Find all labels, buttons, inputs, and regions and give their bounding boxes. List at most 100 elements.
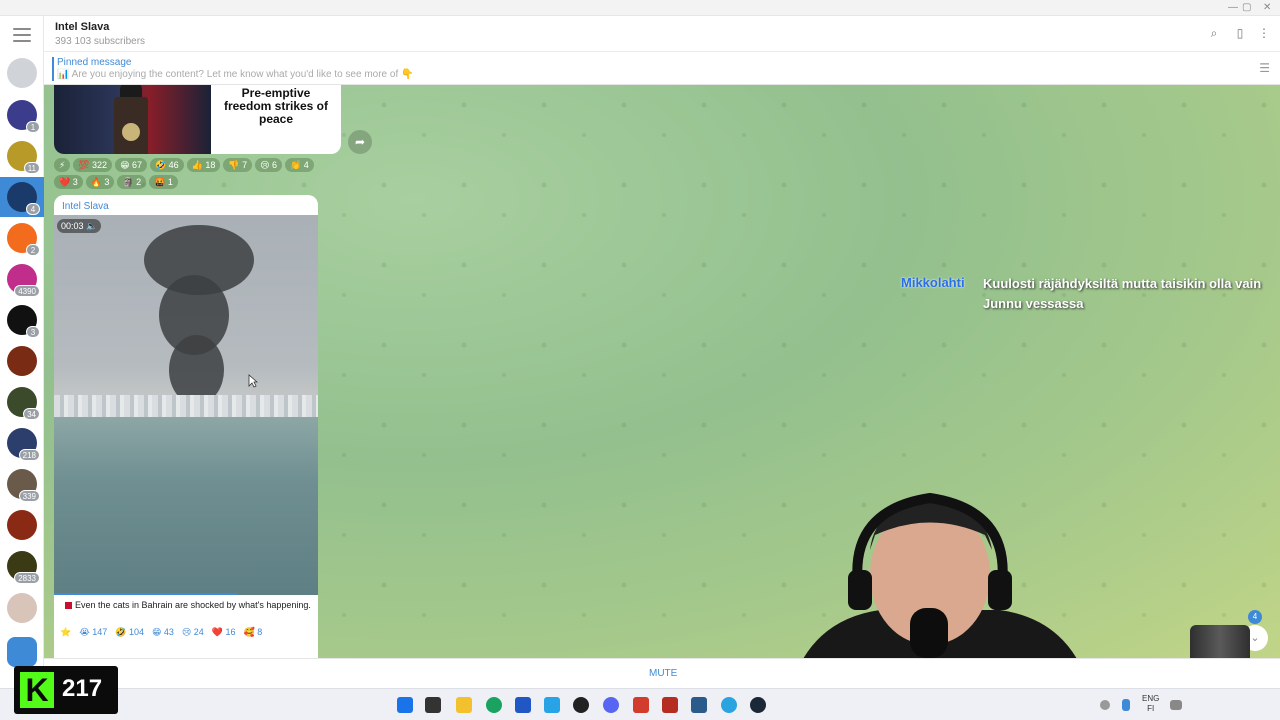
close-icon[interactable]: ✕: [1263, 2, 1271, 13]
discord-icon[interactable]: [603, 697, 619, 713]
viewer-count: 217: [62, 675, 103, 702]
chat-avatar[interactable]: [7, 346, 37, 376]
pinned-indicator: [52, 57, 54, 81]
chat-avatar[interactable]: 4390: [7, 264, 40, 297]
subscriber-count: 393 103 subscribers: [55, 36, 146, 47]
video-player[interactable]: 00:03 🔈: [54, 215, 318, 595]
chat-avatar[interactable]: 339: [7, 469, 40, 502]
reaction-chip[interactable]: 😢 6: [255, 158, 283, 172]
reaction-chip[interactable]: 👎 7: [223, 158, 253, 172]
unread-badge: 2833: [14, 572, 40, 584]
filezilla-icon[interactable]: [662, 697, 678, 713]
app-icon[interactable]: [691, 697, 707, 713]
chat-avatar[interactable]: 11: [7, 141, 40, 174]
chat-header: Intel Slava 393 103 subscribers ⌕ ▯ ⋮: [44, 16, 1280, 52]
reaction-chip[interactable]: 😁 67: [115, 158, 147, 172]
reaction-chip[interactable]: 💯 322: [73, 158, 113, 172]
chat-avatar[interactable]: [7, 593, 37, 623]
message1-reactions: ⚡ 💯 322 😁 67 🤣 46 👍 18 👎 7 😢 6 👏 4 ❤️ 3 …: [54, 158, 344, 189]
chat-avatar[interactable]: 2833: [7, 551, 40, 584]
chat-avatar[interactable]: 2: [7, 223, 40, 256]
pinned-list-icon[interactable]: ☰: [1259, 61, 1270, 75]
chat-avatar[interactable]: 1: [7, 100, 40, 133]
unread-badge: 3: [26, 326, 40, 338]
more-options-icon[interactable]: ⋮: [1256, 26, 1272, 42]
city-skyline: [54, 395, 318, 417]
viewer-counter: K 217: [14, 666, 118, 714]
edge-icon[interactable]: [486, 697, 502, 713]
pinned-title: Pinned message: [57, 57, 132, 68]
unread-badge: 218: [18, 449, 40, 461]
language-indicator[interactable]: ENG FI: [1142, 694, 1159, 714]
image-caption: Pre-emptive freedom strikes of peace: [223, 86, 329, 126]
chat-list-rail: 1 11 4 2 4390 3 34 218 339 2833: [0, 16, 44, 688]
steam-icon[interactable]: [750, 697, 766, 713]
speaker-icon[interactable]: 🔈: [86, 221, 97, 231]
unread-badge: 1: [26, 121, 40, 133]
maximize-icon[interactable]: ▢: [1242, 2, 1251, 13]
reaction-chip[interactable]: 🗿 2: [117, 175, 147, 189]
reaction-chip[interactable]: ⭐: [60, 627, 71, 638]
reaction-chip[interactable]: 👏 4: [285, 158, 314, 172]
unread-badge: 4390: [14, 285, 40, 297]
unread-badge: 339: [18, 490, 40, 502]
overlay-chat-message: Kuulosti räjähdyksiltä mutta taisikin ol…: [983, 276, 1262, 311]
app-icon[interactable]: [633, 697, 649, 713]
kick-logo: K: [20, 672, 54, 708]
telegram-icon[interactable]: [721, 697, 737, 713]
chat-avatar[interactable]: 218: [7, 428, 40, 461]
reaction-chip[interactable]: ⚡: [54, 158, 71, 172]
message-author[interactable]: Intel Slava: [62, 201, 109, 212]
window-titlebar: — ▢ ✕: [0, 0, 1280, 16]
chat-avatar[interactable]: 34: [7, 387, 40, 420]
reaction-chip[interactable]: 😭 147: [79, 627, 107, 638]
reaction-chip[interactable]: 🤬 1: [149, 175, 178, 189]
windows-taskbar: ENG FI: [0, 688, 1280, 720]
reaction-chip[interactable]: 😢 24: [182, 627, 204, 638]
search-icon[interactable]: ⌕: [1206, 26, 1222, 42]
app-icon[interactable]: [544, 697, 560, 713]
mute-button[interactable]: MUTE: [649, 668, 677, 679]
reaction-chip[interactable]: 👍 18: [186, 158, 221, 172]
share-icon[interactable]: ➦: [348, 130, 372, 154]
reaction-chip[interactable]: 🥰 8: [244, 627, 263, 638]
reaction-chip[interactable]: 😁 43: [152, 627, 174, 638]
unread-count-badge: 4: [1248, 610, 1262, 624]
reaction-chip[interactable]: 🤣 104: [115, 627, 144, 638]
file-explorer-icon[interactable]: [456, 697, 472, 713]
network-icon[interactable]: [1100, 700, 1110, 710]
video-progress[interactable]: [54, 593, 238, 595]
reaction-chip[interactable]: 🔥 3: [85, 175, 115, 189]
microphone-icon[interactable]: [1122, 699, 1130, 711]
unread-badge: 4: [26, 203, 40, 215]
chat-avatar[interactable]: 3: [7, 305, 40, 338]
channel-footer: MUTE: [44, 658, 1280, 688]
start-icon[interactable]: [397, 697, 413, 713]
unread-badge: 2: [26, 244, 40, 256]
message-video-post[interactable]: Intel Slava 00:03 🔈 Even the cats in Bah…: [54, 195, 318, 658]
display-icon[interactable]: [1170, 700, 1182, 710]
menu-icon[interactable]: [13, 28, 31, 42]
bahrain-flag-icon: [62, 602, 72, 610]
bookmark-icon[interactable]: [7, 637, 37, 667]
message-image-post[interactable]: Pre-emptive freedom strikes of peace: [54, 85, 341, 154]
seal-icon: [122, 123, 140, 141]
pinned-message-bar[interactable]: Pinned message 📊 Are you enjoying the co…: [44, 53, 1280, 85]
post-image[interactable]: [54, 85, 211, 154]
app-icon[interactable]: [573, 697, 589, 713]
archive-icon[interactable]: [7, 58, 37, 88]
reaction-chip[interactable]: ❤️ 16: [212, 627, 236, 638]
chat-avatar-intel-slava[interactable]: 4: [7, 182, 40, 215]
pinned-text: 📊 Are you enjoying the content? Let me k…: [57, 69, 414, 80]
chat-avatar[interactable]: [7, 510, 37, 540]
reaction-chip[interactable]: ❤️ 3: [54, 175, 83, 189]
task-view-icon[interactable]: [425, 697, 441, 713]
minimize-icon[interactable]: —: [1228, 2, 1238, 13]
message-text: Even the cats in Bahrain are shocked by …: [62, 600, 311, 610]
channel-title[interactable]: Intel Slava: [55, 21, 109, 33]
sidebar-toggle-icon[interactable]: ▯: [1232, 26, 1248, 42]
store-icon[interactable]: [515, 697, 531, 713]
message2-reactions: ⭐ 😭 147 🤣 104 😁 43 😢 24 ❤️ 16 🥰 8: [60, 627, 314, 638]
reaction-chip[interactable]: 🤣 46: [149, 158, 184, 172]
overlay-chat-username: Mikkolahti: [901, 275, 965, 290]
